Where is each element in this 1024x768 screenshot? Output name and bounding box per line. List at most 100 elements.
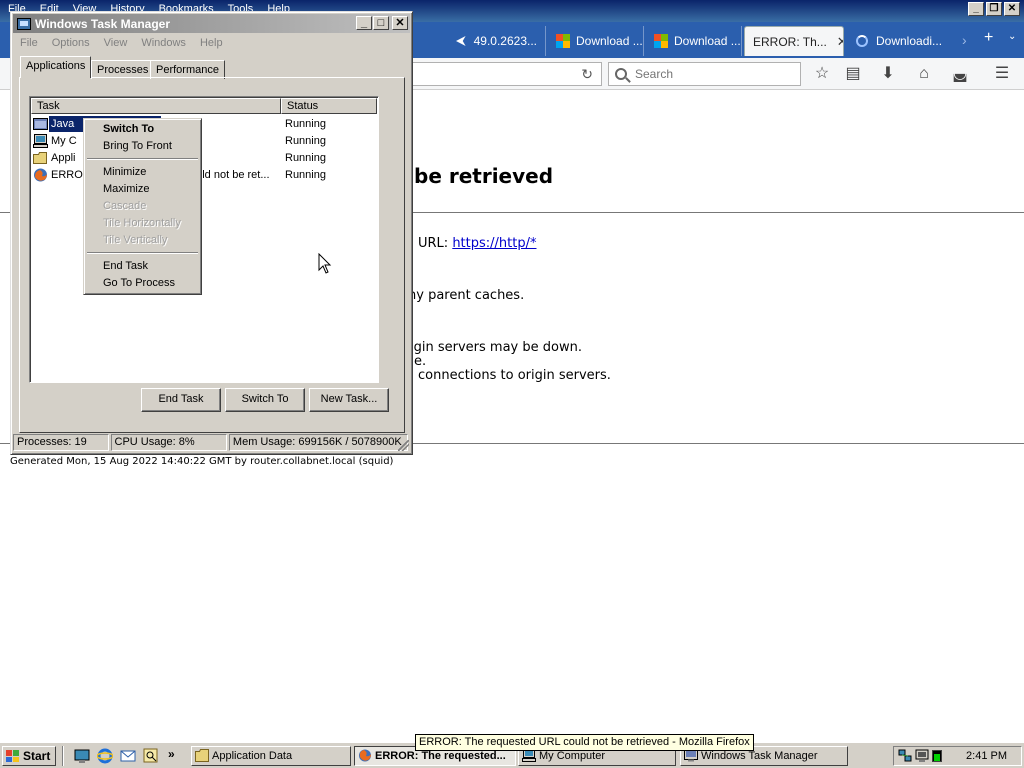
task-status: Running [285,152,326,164]
taskbar-button-label: My Computer [539,750,606,762]
quicklaunch-ie-icon[interactable] [96,748,114,764]
microsoft-logo-icon [654,34,668,48]
tab-download-2[interactable]: Download ... [646,26,742,56]
home-icon[interactable]: ⌂ [914,64,934,84]
taskbar-clock[interactable]: 2:41 PM [966,750,1007,762]
bookmarks-library-icon[interactable]: ▤ [843,64,863,84]
task-context-menu: Switch To Bring To Front Minimize Maximi… [83,118,202,295]
task-manager-titlebar[interactable]: Windows Task Manager _ □ ✕ [13,14,410,33]
switch-to-button[interactable]: Switch To [225,388,305,412]
tray-display-icon[interactable] [915,749,929,766]
tab-label: Download ... [576,34,643,48]
tab-download-1[interactable]: Download ... [548,26,644,56]
column-header-status[interactable]: Status [281,98,377,114]
task-manager-statusbar: Processes: 19 CPU Usage: 8% Mem Usage: 6… [13,434,410,453]
task-status: Running [285,169,326,181]
status-processes: Processes: 19 [13,434,109,451]
tab-scroll-right-icon[interactable]: › [962,32,967,48]
reload-icon[interactable]: ↻ [581,66,593,83]
error-url-line: URL: https://http/* [418,236,536,251]
tray-cpu-meter-icon[interactable] [932,750,942,765]
close-button[interactable]: ✕ [1004,2,1020,16]
task-list[interactable]: Task Status Java Running My C Running Ap… [29,96,379,383]
ctx-go-to-process[interactable]: Go To Process [87,275,198,292]
search-input[interactable] [633,66,793,82]
tab-list-chevron-down-icon[interactable]: ⌄ [1008,31,1016,42]
ctx-tile-horizontally: Tile Horizontally [103,217,181,229]
taskbar-tooltip: ERROR: The requested URL could not be re… [415,734,754,751]
error-connections-line: connections to origin servers. [418,368,611,383]
tm-menu-options[interactable]: Options [45,35,97,53]
tm-menu-windows[interactable]: Windows [134,35,193,53]
quicklaunch-search-icon[interactable] [143,748,159,764]
quicklaunch-desktop-icon[interactable] [74,748,90,764]
tm-menu-view[interactable]: View [97,35,135,53]
status-cpu: CPU Usage: 8% [110,434,227,451]
taskbar-application-data[interactable]: Application Data [191,746,351,766]
search-box[interactable] [608,62,801,86]
task-name: My C [51,135,77,147]
tab-label: 49.0.2623... [473,34,537,48]
loading-spinner-icon [856,35,868,47]
task-name: ERRO [51,169,83,181]
hamburger-menu-icon[interactable]: ☰ [992,64,1012,84]
ctx-switch-to[interactable]: Switch To [87,121,198,138]
resize-grip[interactable] [398,440,409,451]
search-icon [615,68,627,80]
url-bar[interactable]: ↻ [408,62,602,86]
quicklaunch-chevron-icon[interactable]: » [168,747,175,761]
tab-chrome-version[interactable]: 49.0.2623... [448,26,546,56]
tm-menu-file[interactable]: File [13,35,45,53]
folder-icon [33,151,48,165]
my-computer-icon [33,134,48,148]
column-header-task[interactable]: Task [31,98,281,114]
folder-icon [195,749,209,762]
task-status: Running [285,118,326,130]
task-manager-window: Windows Task Manager _ □ ✕ File Options … [10,11,413,455]
task-manager-icon [17,17,31,30]
error-origin-down-line: igin servers may be down. [410,340,582,355]
ctx-bring-to-front[interactable]: Bring To Front [87,138,198,155]
new-task-button[interactable]: New Task... [309,388,389,412]
java-window-icon [33,117,48,131]
tab-label: Download ... [674,34,741,48]
bookmark-star-icon[interactable]: ☆ [812,64,832,84]
quicklaunch-outlook-icon[interactable] [120,748,136,764]
tab-error-active[interactable]: ERROR: Th... ✕ [744,26,844,56]
status-mem: Mem Usage: 699156K / 5078900K [228,434,408,451]
ctx-minimize[interactable]: Minimize [87,164,198,181]
tab-downloading[interactable]: Downloadi... [848,26,958,56]
downloads-arrow-icon[interactable]: ⬇ [878,64,898,84]
taskbar-button-label: Application Data [212,750,293,762]
tm-close-button[interactable]: ✕ [392,16,408,30]
error-url-link[interactable]: https://http/* [452,236,536,251]
ctx-maximize[interactable]: Maximize [87,181,198,198]
task-manager-menubar: File Options View Windows Help [13,35,410,53]
tm-minimize-button[interactable]: _ [356,16,372,30]
taskbar-button-label: ERROR: The requested... [375,750,506,762]
minimize-button[interactable]: _ [968,2,984,16]
task-status: Running [285,135,326,147]
ctx-separator [87,252,198,254]
url-prefix: URL: [418,236,449,251]
ctx-separator [87,158,198,160]
tab-favicon-icon [456,36,466,46]
ctx-end-task[interactable]: End Task [87,258,198,275]
taskbar-button-label: Windows Task Manager [701,750,818,762]
end-task-button[interactable]: End Task [141,388,221,412]
taskbar-divider [62,746,64,766]
tm-maximize-button[interactable]: □ [373,16,389,30]
pocket-icon[interactable]: ◛ [950,64,970,84]
mouse-pointer-icon [318,253,332,274]
new-tab-plus-icon[interactable]: + [984,29,993,47]
tab-close-icon[interactable]: ✕ [837,34,843,50]
restore-button[interactable]: ❐ [986,2,1002,16]
error-parent-caches-line: ny parent caches. [408,288,525,303]
tray-network-icon[interactable] [898,749,912,766]
tab-applications[interactable]: Applications [20,56,92,78]
system-tray: 2:41 PM [893,746,1022,766]
ctx-cascade: Cascade [103,200,147,212]
firefox-icon [33,168,48,182]
tm-menu-help[interactable]: Help [193,35,230,53]
start-button[interactable]: Start [2,746,56,766]
